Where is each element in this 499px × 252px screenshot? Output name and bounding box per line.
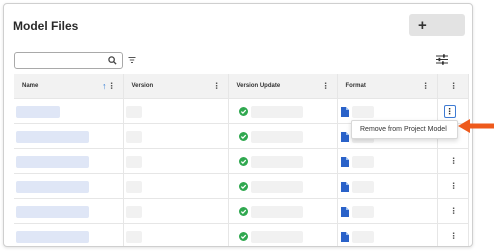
version-cell — [123, 223, 229, 246]
kebab-menu-icon[interactable]: ⋮ — [450, 156, 458, 165]
file-icon — [340, 131, 349, 142]
version-update-placeholder — [250, 230, 303, 243]
version-update-cell — [228, 173, 338, 199]
model-files-table: Name ↑ ⋮ Version ⋮ Version Update ⋮ Form… — [14, 74, 469, 246]
name-placeholder — [16, 130, 89, 143]
kebab-menu-icon[interactable]: ⋮ — [450, 81, 458, 90]
kebab-menu-icon[interactable]: ⋮ — [322, 81, 330, 90]
table-row[interactable]: ⋮ — [14, 198, 469, 224]
remove-from-project-model-menu-item[interactable]: Remove from Project Model — [360, 126, 447, 133]
version-cell — [123, 123, 229, 149]
version-placeholder — [125, 155, 142, 168]
format-cell — [337, 223, 438, 246]
filter-icon[interactable] — [128, 56, 136, 64]
column-header-format[interactable]: Format ⋮ — [337, 74, 438, 99]
check-circle-icon — [238, 156, 248, 166]
version-cell — [123, 148, 229, 174]
row-context-menu: Remove from Project Model — [351, 120, 458, 139]
version-update-placeholder — [250, 155, 303, 168]
search-icon[interactable] — [108, 56, 117, 65]
version-cell — [123, 198, 229, 224]
kebab-menu-icon[interactable]: ⋮ — [108, 81, 116, 90]
format-placeholder — [351, 205, 374, 218]
version-update-placeholder — [250, 180, 303, 193]
plus-icon: + — [418, 16, 427, 34]
format-cell — [337, 173, 438, 199]
name-placeholder — [16, 205, 89, 218]
version-cell — [123, 98, 229, 124]
version-cell — [123, 173, 229, 199]
version-placeholder — [125, 230, 142, 243]
column-header-actions[interactable]: ⋮ — [437, 74, 469, 99]
version-update-cell — [228, 123, 338, 149]
column-header-version[interactable]: Version ⋮ — [123, 74, 229, 99]
file-icon — [340, 231, 349, 242]
column-header-label: Version — [131, 82, 154, 89]
version-placeholder — [125, 180, 142, 193]
format-cell — [337, 148, 438, 174]
file-icon — [340, 106, 349, 117]
check-circle-icon — [238, 131, 248, 141]
kebab-menu-icon[interactable]: ⋮ — [450, 181, 458, 190]
sliders-icon[interactable] — [436, 54, 448, 65]
name-cell[interactable] — [14, 198, 124, 224]
format-cell — [337, 198, 438, 224]
arrow-left-icon — [458, 119, 494, 133]
actions-cell[interactable]: ⋮ — [437, 223, 469, 246]
actions-cell[interactable]: ⋮ — [437, 198, 469, 224]
version-update-placeholder — [250, 205, 303, 218]
file-icon — [340, 206, 349, 217]
format-placeholder — [351, 155, 374, 168]
format-placeholder — [351, 180, 374, 193]
kebab-menu-icon[interactable]: ⋮ — [213, 81, 221, 90]
table-header-row: Name ↑ ⋮ Version ⋮ Version Update ⋮ Form… — [14, 74, 469, 99]
column-header-version-update[interactable]: Version Update ⋮ — [228, 74, 338, 99]
name-placeholder — [16, 105, 60, 118]
add-button[interactable]: + — [409, 14, 465, 36]
column-header-label: Name — [22, 82, 39, 89]
version-placeholder — [125, 105, 142, 118]
table-row[interactable]: ⋮ — [14, 173, 469, 199]
name-cell[interactable] — [14, 223, 124, 246]
format-placeholder — [351, 230, 374, 243]
file-icon — [340, 181, 349, 192]
kebab-menu-icon[interactable]: ⋮ — [450, 206, 458, 215]
actions-cell[interactable]: ⋮ — [437, 173, 469, 199]
name-placeholder — [16, 155, 89, 168]
check-circle-icon — [238, 231, 248, 241]
version-update-cell — [228, 223, 338, 246]
version-update-cell — [228, 148, 338, 174]
name-placeholder — [16, 230, 89, 243]
format-placeholder — [351, 105, 374, 118]
table-row[interactable]: ⋮ — [14, 223, 469, 246]
column-header-name[interactable]: Name ↑ ⋮ — [14, 74, 124, 99]
check-circle-icon — [238, 206, 248, 216]
column-header-label: Format — [345, 82, 366, 89]
kebab-menu-icon[interactable]: ⋮ — [443, 104, 456, 118]
version-update-placeholder — [250, 130, 303, 143]
sort-ascending-icon[interactable]: ↑ — [102, 81, 107, 91]
version-update-placeholder — [250, 105, 303, 118]
file-icon — [340, 156, 349, 167]
actions-cell[interactable]: ⋮ — [437, 148, 469, 174]
name-cell[interactable] — [14, 98, 124, 124]
model-files-panel: Model Files + Name ↑ ⋮ Version ⋮ Version… — [3, 3, 473, 247]
column-header-label: Version Update — [236, 82, 281, 89]
version-placeholder — [125, 205, 142, 218]
version-placeholder — [125, 130, 142, 143]
kebab-menu-icon[interactable]: ⋮ — [450, 231, 458, 240]
table-row[interactable]: ⋮ — [14, 148, 469, 174]
version-update-cell — [228, 198, 338, 224]
page-title: Model Files — [13, 19, 79, 33]
name-cell[interactable] — [14, 123, 124, 149]
name-cell[interactable] — [14, 148, 124, 174]
name-cell[interactable] — [14, 173, 124, 199]
check-circle-icon — [238, 106, 248, 116]
version-update-cell — [228, 98, 338, 124]
search-input[interactable] — [14, 52, 123, 69]
kebab-menu-icon[interactable]: ⋮ — [422, 81, 430, 90]
check-circle-icon — [238, 181, 248, 191]
name-placeholder — [16, 180, 89, 193]
